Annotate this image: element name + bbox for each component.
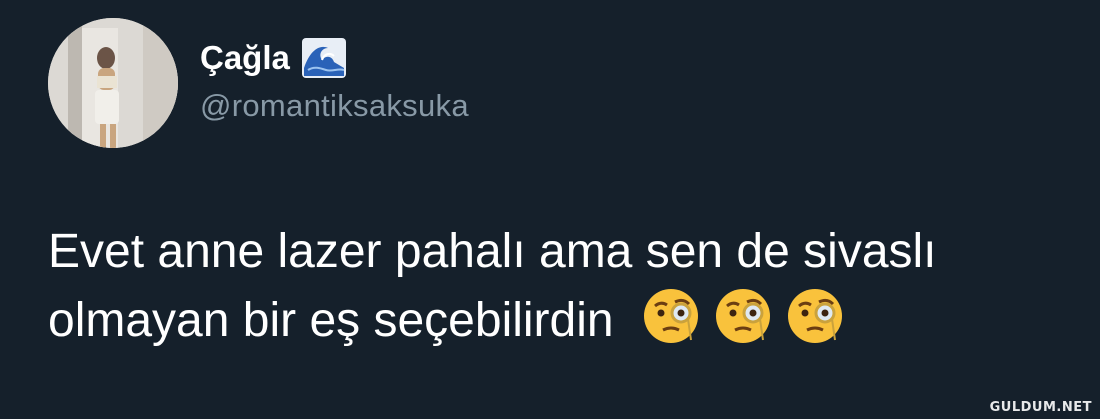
emoji-group xyxy=(641,286,845,346)
tweet-text-line-2: olmayan bir eş seçebilirdin xyxy=(48,294,614,347)
user-handle[interactable]: @romantiksaksuka xyxy=(200,86,469,126)
tweet-text-line-1: Evet anne lazer pahalı ama sen de sivasl… xyxy=(48,225,937,278)
profile-photo xyxy=(48,18,178,148)
water-wave-icon xyxy=(301,38,346,78)
tweet-card: Çağla @romantiksaksuka Evet anne lazer p… xyxy=(0,0,1100,419)
tweet-text-line-2-container: olmayan bir eş seçebilirdin xyxy=(48,286,1088,355)
face-with-monocle-icon xyxy=(641,286,701,346)
watermark: GULDUM.NET xyxy=(989,400,1092,415)
face-with-monocle-icon xyxy=(713,286,773,346)
face-with-monocle-icon xyxy=(785,286,845,346)
tweet-text: Evet anne lazer pahalı ama sen de sivasl… xyxy=(48,218,1088,355)
avatar[interactable] xyxy=(48,18,178,148)
display-name[interactable]: Çağla xyxy=(200,38,290,78)
name-row: Çağla xyxy=(200,38,346,78)
